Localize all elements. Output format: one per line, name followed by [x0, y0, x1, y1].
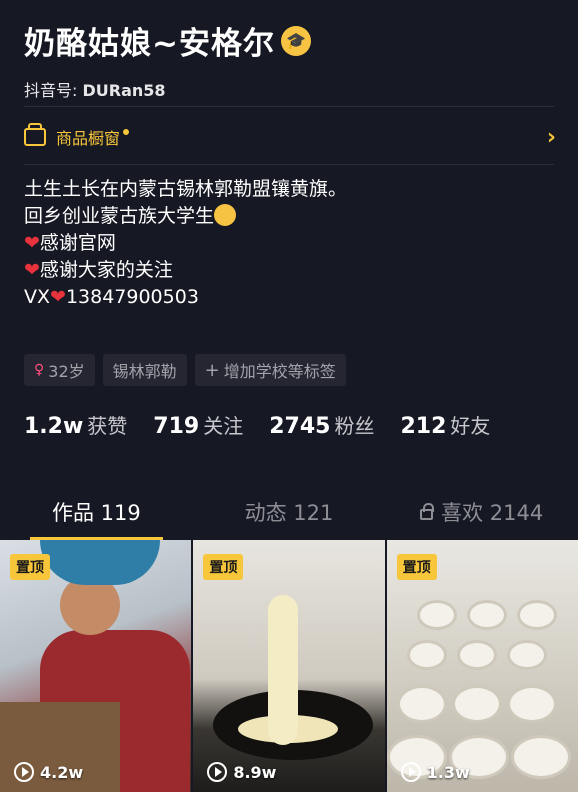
chevron-right-icon: ›: [546, 124, 556, 150]
notification-dot: [123, 129, 130, 135]
stats-row: 1.2w 获赞 719 关注 2745 粉丝 212 好友: [24, 410, 490, 439]
divider: [24, 106, 554, 107]
tab-dynamics[interactable]: 动态 121: [193, 484, 386, 540]
video-thumbnail[interactable]: 置顶 8.9w: [193, 540, 385, 792]
profile-name: 奶酪姑娘~安格尔: [24, 26, 275, 62]
shop-window-label: 商品橱窗: [56, 129, 121, 148]
location-tag: 锡林郭勒: [102, 354, 187, 386]
play-icon: [400, 762, 421, 782]
pinned-badge: 置顶: [10, 554, 50, 580]
douyin-id-label: 抖音号:: [24, 81, 78, 100]
play-count: 8.9w: [207, 762, 276, 782]
female-icon: ♀: [34, 362, 45, 378]
stat-likes[interactable]: 1.2w 获赞: [24, 410, 127, 439]
douyin-id-value[interactable]: DURan58: [83, 81, 166, 100]
lock-icon: [420, 502, 435, 520]
stat-following[interactable]: 719 关注: [153, 410, 243, 439]
bio-line: VX❤13847900503: [24, 286, 199, 308]
pinned-badge: 置顶: [203, 554, 244, 580]
bio-line: ❤感谢官网: [24, 232, 116, 254]
divider: [24, 164, 554, 165]
stat-followers[interactable]: 2745 粉丝: [269, 410, 374, 439]
play-count: 4.2w: [14, 762, 83, 782]
bio-line: 土生土长在内蒙古锡林郭勒盟镶黄旗。: [24, 178, 348, 200]
content-tabs: 作品 119 动态 121 喜欢 2144: [0, 484, 578, 540]
profile-tags: ♀ 32岁 锡林郭勒 + 增加学校等标签: [24, 354, 346, 386]
pinned-badge: 置顶: [396, 554, 437, 580]
heart-icon: ❤: [50, 286, 66, 308]
video-thumbnail[interactable]: 置顶 1.3w: [386, 540, 578, 792]
tab-works[interactable]: 作品 119: [0, 484, 193, 540]
video-grid: 置顶 4.2w 置顶 8.9w 置顶 1.3w: [0, 540, 578, 792]
add-school-tag-button[interactable]: + 增加学校等标签: [194, 354, 346, 386]
stat-friends[interactable]: 212 好友: [400, 410, 490, 439]
shop-icon: [24, 123, 46, 146]
shop-window-row[interactable]: 商品橱窗 ›: [24, 118, 556, 156]
heart-icon: ❤: [24, 259, 40, 281]
video-thumbnail[interactable]: 置顶 4.2w: [0, 540, 192, 792]
play-icon: [207, 762, 228, 782]
tab-likes[interactable]: 喜欢 2144: [385, 484, 578, 540]
play-count: 1.3w: [400, 762, 470, 782]
play-icon: [14, 762, 34, 782]
bio: 土生土长在内蒙古锡林郭勒盟镶黄旗。 回乡创业蒙古族大学生 ❤感谢官网 ❤感谢大家…: [24, 176, 347, 311]
heart-icon: ❤: [24, 232, 40, 254]
teacher-emoji-icon: [214, 204, 237, 226]
bio-line: ❤感谢大家的关注: [24, 259, 173, 281]
teacher-emoji-icon: 🎓: [280, 25, 311, 56]
douyin-id: 抖音号: DURan58: [24, 77, 311, 101]
profile-header: 奶酪姑娘~安格尔 🎓 抖音号: DURan58: [24, 18, 311, 101]
bio-line: 回乡创业蒙古族大学生: [24, 203, 347, 230]
age-tag: ♀ 32岁: [24, 354, 95, 386]
plus-icon: +: [204, 359, 220, 381]
